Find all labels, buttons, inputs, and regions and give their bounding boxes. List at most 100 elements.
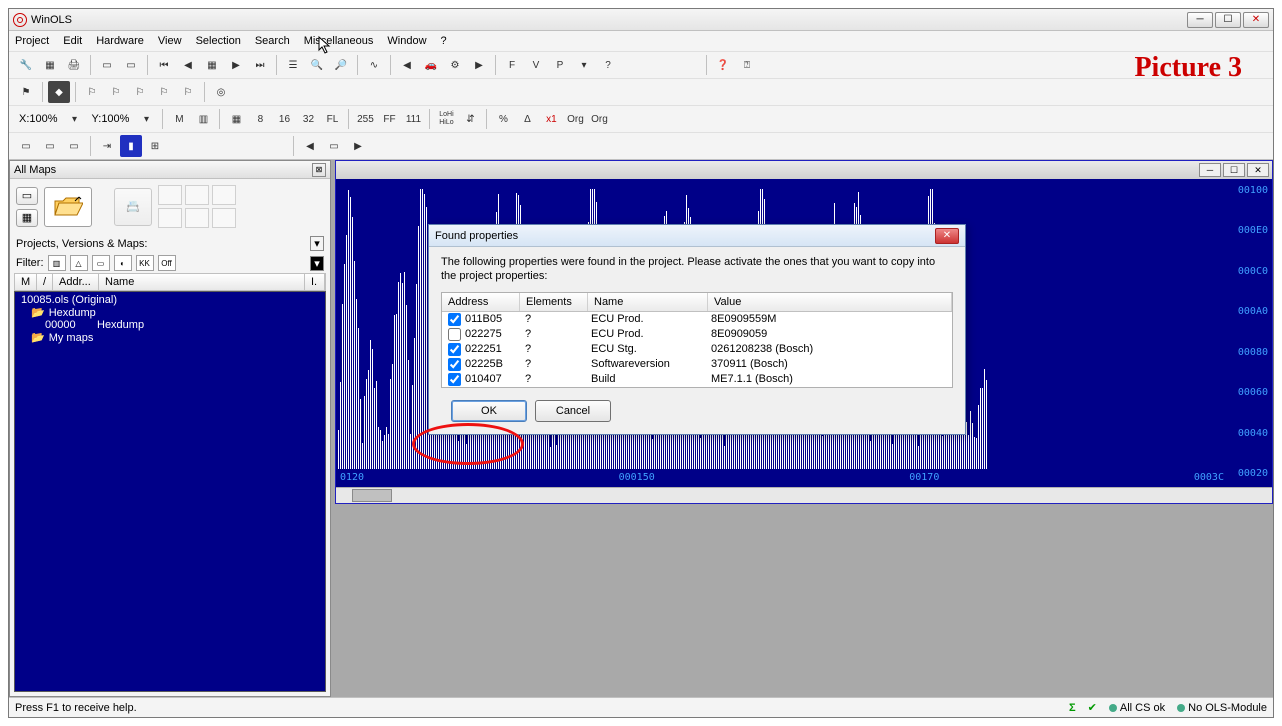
menu-selection[interactable]: Selection [196,35,241,47]
tool-flag-icon[interactable]: ⚑ [15,81,37,103]
menu-help[interactable]: ? [441,35,447,47]
y-zoom-dropdown-icon[interactable]: ▾ [135,108,157,130]
filter-dropdown-icon[interactable]: ▾ [310,256,324,271]
tool-help-icon[interactable]: ❓ [712,54,734,76]
tool-row4-5-icon[interactable]: ▮ [120,135,142,157]
filter-btn4[interactable]: ◐ [114,255,132,271]
allmaps-sb2-icon[interactable] [185,185,209,205]
allmaps-small1-icon[interactable]: ▭ [16,187,38,205]
allmaps-sb5-icon[interactable] [185,208,209,228]
allmaps-close-icon[interactable]: ⊠ [312,163,326,177]
menu-miscellaneous[interactable]: Miscellaneous [304,35,374,47]
row-checkbox[interactable] [448,343,461,356]
tool-play-icon[interactable]: ▶ [225,54,247,76]
hex-min-button[interactable]: ─ [1199,163,1221,177]
tool-flag5-icon[interactable]: ⚐ [177,81,199,103]
tree-root[interactable]: 10085.ols (Original) [17,294,323,306]
filter-btn3[interactable]: ▭ [92,255,110,271]
dialog-titlebar[interactable]: Found properties ✕ [429,225,965,247]
tool-wrench-icon[interactable]: 🔧 [15,54,37,76]
tool-row4-3-icon[interactable]: ▭ [63,135,85,157]
hex-max-button[interactable]: ☐ [1223,163,1245,177]
dlg-col-name[interactable]: Name [588,293,708,311]
dialog-row[interactable]: 022251?ECU Stg.0261208238 (Bosch) [442,342,952,357]
row-checkbox[interactable] [448,358,461,371]
tool-ff-icon[interactable]: FF [378,108,400,130]
tool-org2-icon[interactable]: Org [588,108,610,130]
dialog-row[interactable]: 022275?ECU Prod.8E0909059 [442,327,952,342]
filter-btn5[interactable]: KK [136,255,154,271]
menu-project[interactable]: Project [15,35,49,47]
allmaps-card-icon[interactable]: 📇 [114,188,152,226]
cancel-button[interactable]: Cancel [535,400,611,422]
dlg-col-elements[interactable]: Elements [520,293,588,311]
allmaps-small2-icon[interactable]: ▦ [16,209,38,227]
tool-row4-6-icon[interactable]: ⊞ [144,135,166,157]
filter-btn1[interactable]: ▥ [48,255,66,271]
tool-bars-icon[interactable]: ▥ [192,108,214,130]
tree-col-m[interactable]: M [15,274,37,290]
tree-hexdump-item[interactable]: 00000 Hexdump [17,319,323,331]
tool-p-icon[interactable]: P [549,54,571,76]
tool-111-icon[interactable]: 111 [402,108,424,130]
tree-col-slash[interactable]: / [37,274,53,290]
tool-dropdown-icon[interactable]: ▾ [573,54,595,76]
tool-flag3-icon[interactable]: ⚐ [129,81,151,103]
tool-next-icon[interactable]: ▶ [468,54,490,76]
tool-x1-icon[interactable]: x1 [540,108,562,130]
tool-window1-icon[interactable]: ▭ [96,54,118,76]
maximize-button[interactable]: ☐ [1215,12,1241,28]
tool-chip-icon[interactable]: ▦ [39,54,61,76]
filter-btn2[interactable]: △ [70,255,88,271]
dlg-col-address[interactable]: Address [442,293,520,311]
pvm-dropdown-icon[interactable]: ▾ [310,236,324,251]
tool-list-icon[interactable]: ☰ [282,54,304,76]
dialog-row[interactable]: 02225B?Softwareversion370911 (Bosch) [442,357,952,372]
tree-col-i[interactable]: I. [305,274,325,290]
hex-close-button[interactable]: ✕ [1247,163,1269,177]
allmaps-sb1-icon[interactable] [158,185,182,205]
tree-col-addr[interactable]: Addr... [53,274,99,290]
tool-8-icon[interactable]: 8 [249,108,271,130]
tool-255-icon[interactable]: 255 [354,108,376,130]
tool-row4-4-icon[interactable]: ⇥ [96,135,118,157]
tool-32-icon[interactable]: 32 [297,108,319,130]
tree-hexdump-folder[interactable]: 📂 Hexdump [17,306,323,319]
tool-prev-icon[interactable]: ◀ [396,54,418,76]
ok-button[interactable]: OK [451,400,527,422]
tool-car-icon[interactable]: 🚗 [420,54,442,76]
open-folder-button[interactable] [44,187,92,227]
menu-edit[interactable]: Edit [63,35,82,47]
tool-engine-icon[interactable]: ⚙ [444,54,466,76]
tree-view[interactable]: 10085.ols (Original) 📂 Hexdump 00000 Hex… [14,291,326,692]
row-checkbox[interactable] [448,373,461,386]
row-checkbox[interactable] [448,328,461,341]
tool-lohi-icon[interactable]: LoHiHiLo [435,108,457,130]
minimize-button[interactable]: ─ [1187,12,1213,28]
tool-v-icon[interactable]: V [525,54,547,76]
tool-delta-icon[interactable]: Δ [516,108,538,130]
filter-off-button[interactable]: Off [158,255,176,271]
tool-zoom-icon[interactable]: 🔎 [330,54,352,76]
tool-m-icon[interactable]: M [168,108,190,130]
close-button[interactable]: ✕ [1243,12,1269,28]
tool-flag4-icon[interactable]: ⚐ [153,81,175,103]
x-zoom-dropdown-icon[interactable]: ▾ [64,108,86,130]
allmaps-sb4-icon[interactable] [158,208,182,228]
dialog-row[interactable]: 010407?BuildME7.1.1 (Bosch) [442,372,952,387]
hex-scrollbar[interactable] [336,487,1272,503]
tool-16-icon[interactable]: 16 [273,108,295,130]
tool-org-icon[interactable]: Org [564,108,586,130]
dialog-close-button[interactable]: ✕ [935,228,959,244]
tool-row4-2-icon[interactable]: ▭ [39,135,61,157]
tool-search-icon[interactable]: 🔍 [306,54,328,76]
tree-mymaps-folder[interactable]: 📂 My maps [17,331,323,344]
tool-target-icon[interactable]: ◎ [210,81,232,103]
menu-view[interactable]: View [158,35,182,47]
row-checkbox[interactable] [448,313,461,326]
allmaps-sb3-icon[interactable] [212,185,236,205]
tool-tag-icon[interactable]: ◆ [48,81,70,103]
tool-grid-icon[interactable]: ▦ [201,54,223,76]
tool-row4-1-icon[interactable]: ▭ [15,135,37,157]
dlg-col-value[interactable]: Value [708,293,952,311]
